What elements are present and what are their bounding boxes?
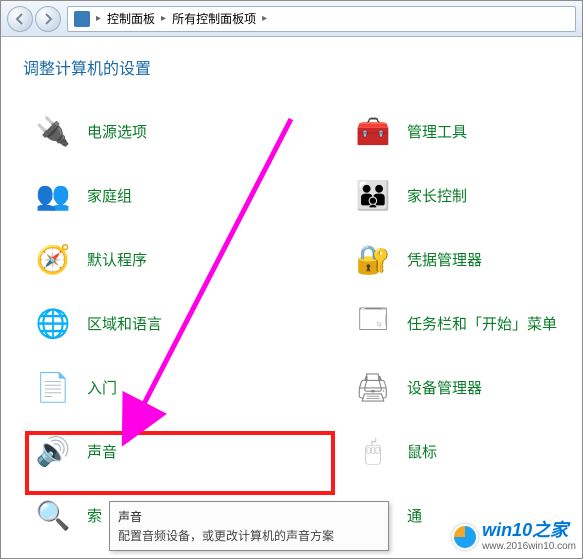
item-label: 家长控制	[407, 185, 467, 206]
programs-icon: 🧭	[33, 239, 73, 279]
item-taskbar-start[interactable]: 🗔 任务栏和「开始」菜单	[343, 291, 570, 355]
item-mouse[interactable]: 🖱 鼠标	[343, 419, 570, 483]
mouse-icon: 🖱	[353, 431, 393, 471]
content-area: 调整计算机的设置 🔌 电源选项 👥 家庭组 🧭 默认程序 🌐 区域和语言 📄 入门 🔊 声音 🔍 索 🧰 管…	[1, 37, 582, 547]
item-label: 家庭组	[87, 185, 132, 206]
devmgr-icon: 🖨	[353, 367, 393, 407]
taskbar-icon: 🗔	[353, 303, 393, 343]
item-label: 任务栏和「开始」菜单	[407, 313, 557, 334]
items-grid: 🔌 电源选项 👥 家庭组 🧭 默认程序 🌐 区域和语言 📄 入门 🔊 声音 🔍 索 🧰 管理工具 👪 家长控制 🔐…	[23, 99, 570, 547]
crumb-control-panel[interactable]: 控制面板	[107, 10, 155, 27]
intro-icon: 📄	[33, 367, 73, 407]
item-parental[interactable]: 👪 家长控制	[343, 163, 570, 227]
back-button[interactable]	[7, 6, 33, 32]
chevron-right-icon: ▸	[96, 13, 101, 24]
crumb-all-items[interactable]: 所有控制面板项	[172, 10, 256, 27]
control-panel-icon	[74, 11, 90, 27]
tooltip-title: 声音	[118, 508, 380, 525]
tooltip-description: 配置音频设备，或更改计算机的声音方案	[118, 527, 380, 544]
item-credentials[interactable]: 🔐 凭据管理器	[343, 227, 570, 291]
item-label: 默认程序	[87, 249, 147, 270]
item-device-manager[interactable]: 🖨 设备管理器	[343, 355, 570, 419]
admin-icon: 🧰	[353, 111, 393, 151]
parental-icon: 👪	[353, 175, 393, 215]
column-left: 🔌 电源选项 👥 家庭组 🧭 默认程序 🌐 区域和语言 📄 入门 🔊 声音 🔍 索	[23, 99, 343, 547]
search-icon: 🔍	[33, 495, 73, 535]
watermark: win10之家 www.2016win10.com	[452, 521, 576, 552]
column-right: 🧰管理工具👪家长控制🔐凭据管理器🗔任务栏和「开始」菜单🖨设备管理器🖱鼠标🖥通	[343, 99, 570, 547]
page-title: 调整计算机的设置	[23, 55, 570, 79]
item-homegroup[interactable]: 👥 家庭组	[23, 163, 343, 227]
item-default-programs[interactable]: 🧭 默认程序	[23, 227, 343, 291]
home-icon: 👥	[33, 175, 73, 215]
breadcrumb[interactable]: ▸ 控制面板 ▸ 所有控制面板项 ▸	[67, 6, 576, 32]
watermark-brand: win10之家	[482, 521, 576, 541]
item-label: 区域和语言	[87, 313, 162, 334]
tooltip: 声音 配置音频设备，或更改计算机的声音方案	[109, 501, 389, 551]
chevron-right-icon: ▸	[262, 13, 267, 24]
item-label: 通	[407, 505, 422, 526]
item-label: 管理工具	[407, 121, 467, 142]
nav-buttons	[7, 6, 61, 32]
item-admin-tools[interactable]: 🧰 管理工具	[343, 99, 570, 163]
item-label: 鼠标	[407, 441, 437, 462]
watermark-logo-icon	[452, 524, 478, 550]
watermark-url: www.2016win10.com	[482, 541, 576, 552]
item-getting-started[interactable]: 📄 入门	[23, 355, 343, 419]
address-bar: ▸ 控制面板 ▸ 所有控制面板项 ▸	[1, 1, 582, 37]
item-label: 索	[87, 505, 102, 526]
item-sound[interactable]: 🔊 声音	[23, 419, 343, 483]
item-label: 入门	[87, 377, 117, 398]
item-region-language[interactable]: 🌐 区域和语言	[23, 291, 343, 355]
item-power[interactable]: 🔌 电源选项	[23, 99, 343, 163]
item-label: 凭据管理器	[407, 249, 482, 270]
region-icon: 🌐	[33, 303, 73, 343]
item-label: 声音	[87, 441, 117, 462]
chevron-right-icon: ▸	[161, 13, 166, 24]
sound-icon: 🔊	[33, 431, 73, 471]
credentials-icon: 🔐	[353, 239, 393, 279]
item-label: 设备管理器	[407, 377, 482, 398]
item-label: 电源选项	[87, 121, 147, 142]
forward-button[interactable]	[35, 6, 61, 32]
power-icon: 🔌	[33, 111, 73, 151]
